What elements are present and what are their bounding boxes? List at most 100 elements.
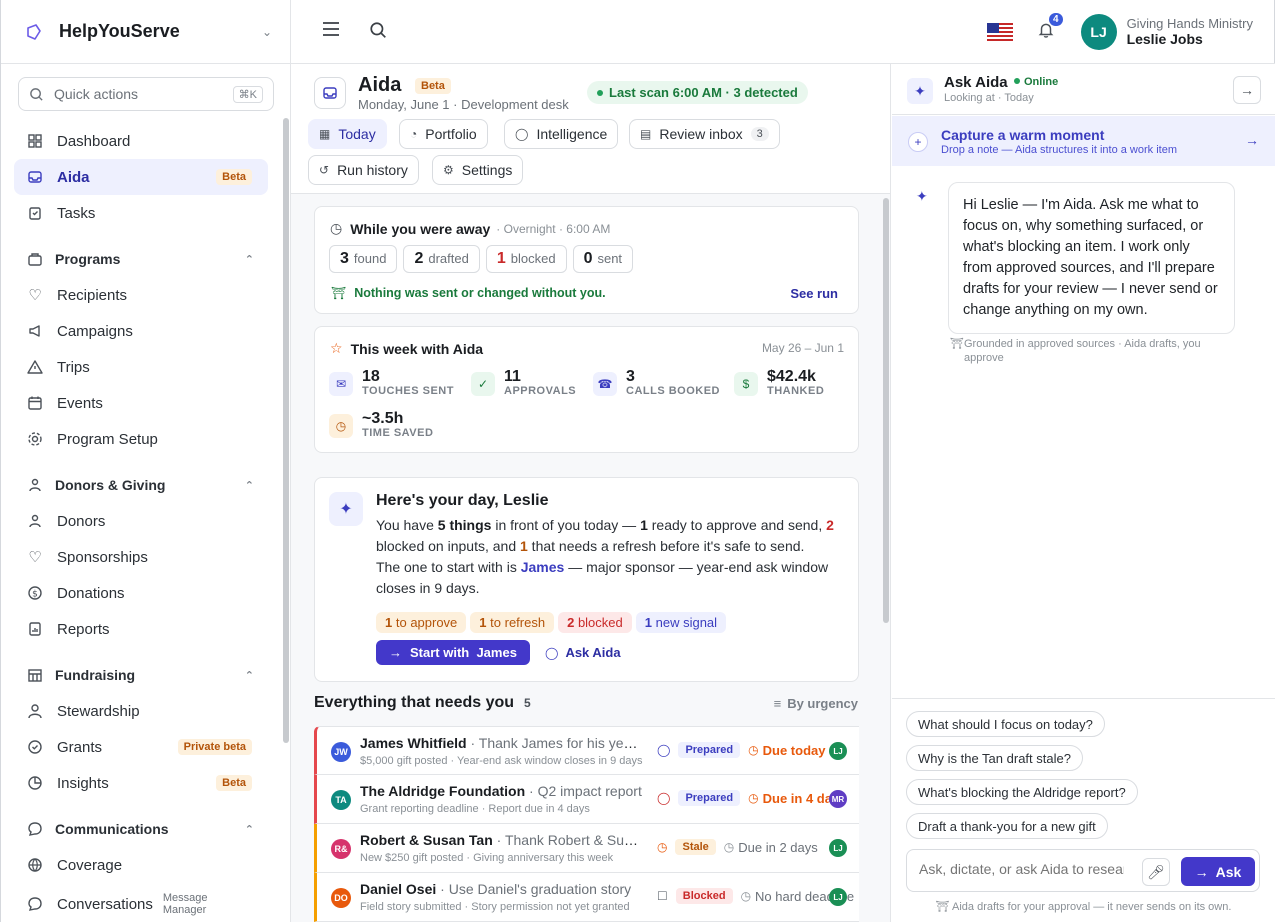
main-scrollbar[interactable]	[883, 198, 889, 623]
table-row[interactable]: DO Daniel Osei · Use Daniel's graduation…	[314, 873, 859, 922]
brand-switcher[interactable]: HelpYouServe ⌄	[1, 0, 290, 64]
status-badge: Prepared	[678, 742, 741, 758]
arrow-right-icon: →	[1240, 82, 1254, 98]
sidebar-item-donations[interactable]: $ Donations	[14, 575, 268, 611]
ask-aida-link[interactable]: ◯ Ask Aida	[545, 645, 621, 660]
inbox-icon: ▤	[640, 127, 652, 141]
suggestion-chip[interactable]: What's blocking the Aldridge report?	[906, 779, 1138, 805]
search-icon[interactable]	[369, 21, 387, 42]
chip-label: to approve	[395, 615, 458, 630]
nothing-sent-note: Nothing was sent or changed without you.	[354, 286, 606, 300]
clipboard-icon	[27, 205, 43, 221]
chip-blocked[interactable]: 2 blocked	[558, 612, 632, 633]
menu-icon[interactable]	[321, 20, 341, 43]
ask-input[interactable]	[919, 861, 1124, 877]
see-run-link[interactable]: See run	[790, 286, 838, 301]
suggestion-chip[interactable]: What should I focus on today?	[906, 711, 1105, 737]
sidebar-item-aida[interactable]: Aida Beta	[14, 159, 268, 195]
section-programs[interactable]: Programs ⌃	[1, 241, 290, 277]
sidebar-item-label: Trips	[57, 358, 90, 376]
sidebar-item-trips[interactable]: Trips	[14, 349, 268, 385]
sidebar-item-sponsorships[interactable]: ♡ Sponsorships	[14, 539, 268, 575]
your-day-card: ✦ Here's your day, Leslie You have 5 thi…	[314, 477, 859, 682]
table-row[interactable]: R& Robert & Susan Tan · Thank Robert & S…	[314, 824, 859, 873]
tab-today[interactable]: ▦ Today	[308, 119, 387, 149]
text: ready to approve and send,	[647, 517, 827, 533]
sidebar-item-insights[interactable]: Insights Beta	[14, 765, 268, 801]
us-flag-icon[interactable]	[986, 22, 1013, 41]
metric-label: THANKED	[767, 385, 825, 397]
clock-icon: ◷	[723, 840, 735, 854]
chip-to-refresh[interactable]: 1 to refresh	[470, 612, 555, 633]
link-label: Ask Aida	[565, 645, 621, 660]
suggestion-chip[interactable]: Why is the Tan draft stale?	[906, 745, 1083, 771]
sidebar-item-tasks[interactable]: Tasks	[14, 195, 268, 231]
sidebar-item-program-setup[interactable]: Program Setup	[14, 421, 268, 457]
capture-moment-banner[interactable]: + Capture a warm moment Drop a note — Ai…	[892, 116, 1275, 166]
users-icon	[27, 477, 43, 493]
sidebar-item-reports[interactable]: Reports	[14, 611, 268, 647]
stat-blocked[interactable]: 1 blocked	[485, 245, 567, 273]
tab-portfolio[interactable]: ◔ Portfolio	[399, 119, 488, 149]
suggestion-chip[interactable]: Draft a thank-you for a new gift	[906, 813, 1108, 839]
tab-run-history[interactable]: ↺ Run history	[308, 155, 419, 185]
tab-settings[interactable]: ⚙ Settings	[432, 155, 524, 185]
row-name: James Whitfield	[360, 735, 467, 751]
day-chips: 1 to approve 1 to refresh 2 blocked 1 ne…	[376, 612, 730, 633]
sidebar-item-conversations[interactable]: Conversations Message Manager	[14, 883, 268, 922]
user-menu[interactable]: Giving Hands Ministry Leslie Jobs	[1127, 16, 1253, 47]
sidebar-item-label: Aida	[57, 168, 90, 186]
metric-value: 3	[626, 368, 635, 385]
section-title: Communications	[55, 821, 169, 837]
section-fundraising[interactable]: Fundraising ⌃	[1, 657, 290, 693]
button-label: Ask	[1215, 863, 1242, 880]
sparkle-icon: ✦	[916, 188, 928, 204]
avatar[interactable]: LJ	[1080, 13, 1117, 50]
sidebar-item-events[interactable]: Events	[14, 385, 268, 421]
stat-sent[interactable]: 0 sent	[572, 245, 634, 273]
ask-button[interactable]: → Ask	[1181, 857, 1255, 886]
mail-icon: ✉	[329, 372, 353, 396]
sidebar-item-grants[interactable]: Grants Private beta	[14, 729, 268, 765]
table-row[interactable]: TA The Aldridge Foundation · Q2 impact r…	[314, 775, 859, 824]
sort-control[interactable]: ≡ By urgency	[774, 696, 858, 711]
sidebar-scrollbar[interactable]	[283, 118, 289, 743]
sidebar-item-label: Stewardship	[57, 702, 140, 720]
section-donors-giving[interactable]: Donors & Giving ⌃	[1, 467, 290, 503]
metric-time-saved: ◷ ~3.5h TIME SAVED	[329, 411, 433, 439]
ask-panel-header: ✦ Ask Aida Online Looking at · Today →	[892, 64, 1275, 115]
tab-intelligence[interactable]: ◯ Intelligence	[504, 119, 619, 149]
due-label: Due today	[762, 742, 826, 758]
sparkle-icon: ✦	[907, 78, 933, 104]
bell-icon[interactable]: 4	[1037, 13, 1063, 42]
chip-new-signal[interactable]: 1 new signal	[635, 612, 727, 633]
section-title: Donors & Giving	[55, 477, 166, 493]
section-communications[interactable]: Communications ⌃	[1, 811, 290, 847]
sidebar-item-campaigns[interactable]: Campaigns	[14, 313, 268, 349]
stat-drafted[interactable]: 2 drafted	[403, 245, 480, 273]
table-row[interactable]: JW James Whitfield · Thank James for his…	[314, 726, 859, 775]
microphone-button[interactable]: 🎤︎	[1142, 858, 1170, 886]
sidebar-item-donors[interactable]: Donors	[14, 503, 268, 539]
donor-link[interactable]: James	[521, 559, 565, 575]
chip-to-approve[interactable]: 1 to approve	[376, 612, 467, 633]
stat-found[interactable]: 3 found	[329, 245, 398, 273]
page-subtitle: Monday, June 1 · Development desk	[358, 97, 569, 112]
person-icon	[27, 703, 43, 719]
chat-bubble-icon: ◯	[545, 645, 559, 660]
collapse-panel-button[interactable]: →	[1233, 76, 1261, 104]
star-icon: ☆	[330, 340, 343, 356]
calendar-icon	[27, 395, 43, 411]
start-with-james-button[interactable]: → Start with James	[376, 640, 530, 665]
clock-icon: ◷	[740, 889, 752, 903]
sidebar-item-recipients[interactable]: ♡ Recipients	[14, 277, 268, 313]
sidebar-item-stewardship[interactable]: Stewardship	[14, 693, 268, 729]
row-subtitle: $5,000 gift posted · Year-end ask window…	[360, 755, 643, 767]
text: 1	[640, 517, 648, 533]
sidebar-item-label: Grants	[57, 738, 103, 756]
tab-review-inbox[interactable]: ▤ Review inbox 3	[629, 119, 780, 149]
quick-actions-input[interactable]: Quick actions ⌘K	[18, 77, 274, 111]
card-title: This week with Aida	[350, 340, 484, 357]
sidebar-item-dashboard[interactable]: Dashboard	[14, 123, 268, 159]
sidebar-item-coverage[interactable]: Coverage	[14, 847, 268, 883]
